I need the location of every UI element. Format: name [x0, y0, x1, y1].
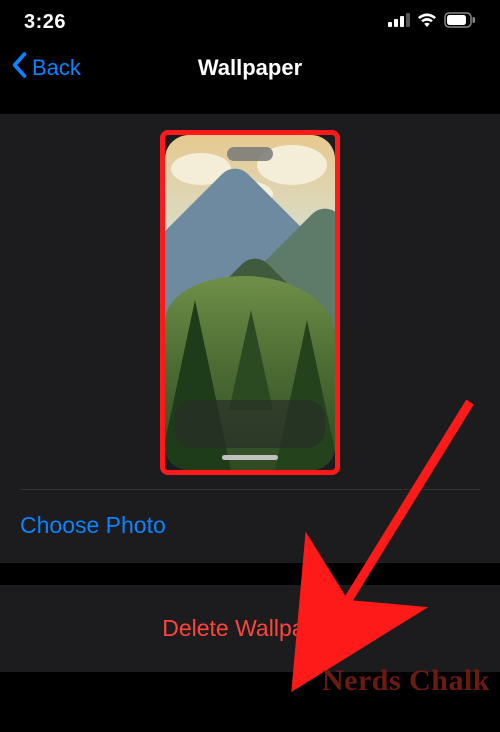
status-bar: 3:26: [0, 0, 500, 44]
status-icons: [388, 12, 476, 33]
dock-icon: [175, 400, 325, 448]
status-time: 3:26: [24, 11, 66, 34]
choose-photo-row[interactable]: Choose Photo: [0, 490, 500, 563]
chevron-left-icon: [10, 52, 28, 84]
home-indicator-icon: [222, 455, 278, 460]
nav-bar: Back Wallpaper: [0, 44, 500, 92]
back-button[interactable]: Back: [0, 52, 81, 84]
battery-icon: [444, 12, 476, 33]
cellular-icon: [388, 13, 410, 32]
delete-wallpaper-row[interactable]: Delete Wallpaper: [0, 585, 500, 672]
wifi-icon: [416, 12, 438, 33]
page-title: Wallpaper: [198, 55, 302, 81]
back-label: Back: [32, 55, 81, 81]
dynamic-island-icon: [227, 147, 273, 161]
choose-photo-label: Choose Photo: [20, 512, 166, 538]
wallpaper-preview[interactable]: [165, 135, 335, 470]
delete-wallpaper-label: Delete Wallpaper: [162, 615, 338, 641]
annotation-highlight-box: [160, 130, 340, 475]
wallpaper-preview-section: Choose Photo: [0, 114, 500, 563]
